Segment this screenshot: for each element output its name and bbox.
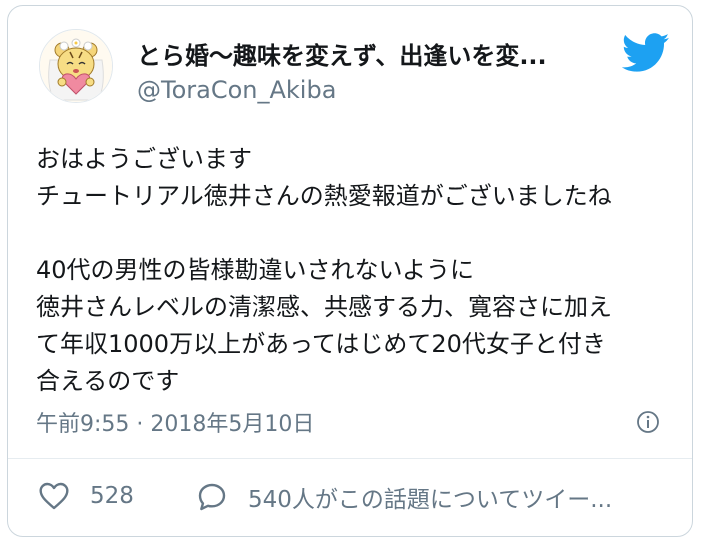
speech-bubble-icon [198, 483, 226, 511]
tweet-line: 合えるのです [36, 367, 180, 395]
twitter-bird-icon[interactable] [622, 33, 670, 73]
tweet-timestamp[interactable]: 午前9:55 · 2018年5月10日 [36, 406, 314, 438]
tweet-text: おはようございます チュートリアル徳井さんの熱愛報道がございましたね 40代の男… [36, 141, 676, 400]
like-count: 528 [90, 483, 134, 509]
tweet-card[interactable]: とら婚〜趣味を変えず、出逢いを変... @ToraCon_Akiba おはようご… [7, 5, 693, 537]
author-name[interactable]: とら婚〜趣味を変えず、出逢いを変... [137, 36, 547, 71]
tweet-line [36, 215, 676, 252]
author-handle[interactable]: @ToraCon_Akiba [137, 76, 336, 104]
heart-icon [39, 482, 69, 510]
tweet-line: 40代の男性の皆様勘違いされないように [36, 256, 475, 284]
tweet-line: 徳井さんレベルの清潔感、共感する力、寛容さに加え [36, 293, 612, 321]
tweet-line: チュートリアル徳井さんの熱愛報道がございましたね [36, 182, 612, 210]
tweet-line: おはようございます [36, 145, 252, 173]
info-icon[interactable] [636, 410, 660, 434]
reply-label: 540人がこの話題についてツイー... [248, 487, 613, 513]
tweet-line: て年収1000万以上があってはじめて20代女子と付き [36, 330, 606, 358]
avatar[interactable] [39, 29, 113, 103]
avatar-tiger-bride-icon [40, 30, 112, 102]
divider [8, 458, 692, 459]
reply-button[interactable]: 540人がこの話題についてツイー... [196, 480, 612, 514]
like-button[interactable]: 528 [38, 480, 134, 512]
